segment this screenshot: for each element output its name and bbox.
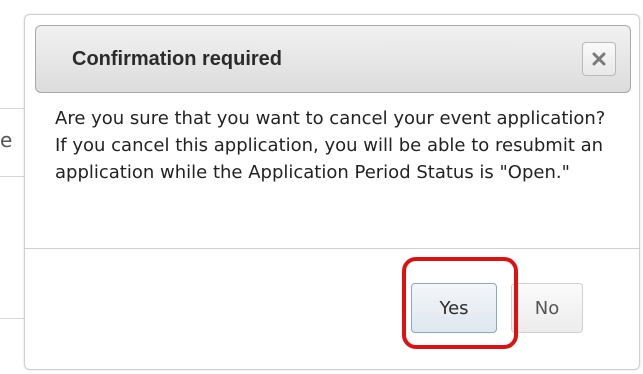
background-divider: [0, 108, 24, 109]
background-divider: [0, 318, 24, 319]
page: e Confirmation required Are you sure tha…: [0, 0, 643, 374]
background-divider: [0, 176, 24, 177]
dialog-footer-divider: [25, 248, 639, 249]
background-partial-text: e: [0, 128, 13, 152]
close-icon: [592, 52, 606, 66]
dialog-titlebar: Confirmation required: [35, 25, 631, 93]
no-button[interactable]: No: [511, 283, 583, 333]
close-button[interactable]: [582, 42, 616, 76]
yes-button[interactable]: Yes: [411, 283, 497, 333]
confirmation-dialog: Confirmation required Are you sure that …: [24, 14, 640, 370]
dialog-message: Are you sure that you want to cancel you…: [55, 108, 606, 183]
dialog-title: Confirmation required: [72, 48, 283, 70]
